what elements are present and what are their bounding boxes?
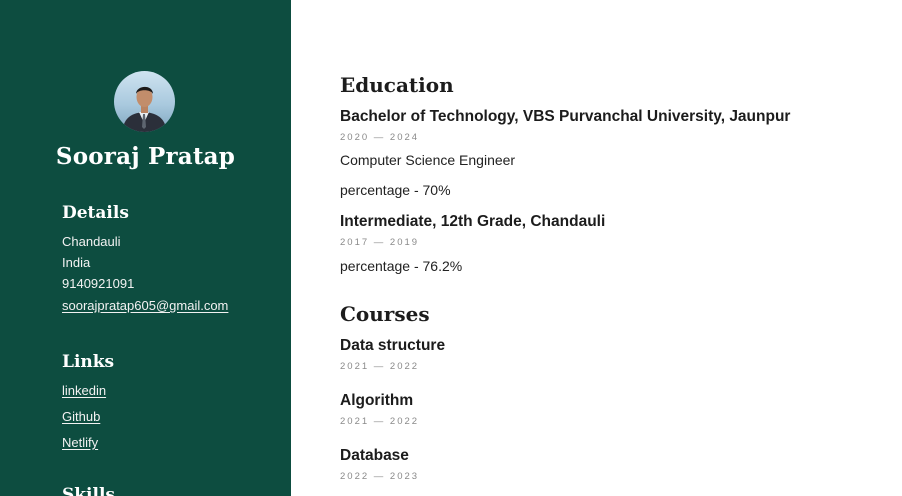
details-country: India	[62, 255, 91, 270]
education-item-percentage: percentage - 76.2%	[340, 258, 463, 274]
sidebar: Sooraj Pratap Details Chandauli India 91…	[0, 0, 291, 496]
education-heading: Education	[340, 73, 454, 97]
details-city: Chandauli	[62, 234, 121, 249]
details-email-link[interactable]: soorajpratap605@gmail.com	[62, 298, 228, 313]
profile-name: Sooraj Pratap	[55, 143, 236, 170]
course-item-title: Algorithm	[340, 392, 414, 409]
details-heading: Details	[62, 203, 129, 223]
link-github[interactable]: Github	[62, 409, 100, 424]
person-photo-icon	[122, 86, 167, 132]
link-netlify[interactable]: Netlify	[62, 435, 98, 450]
education-item-dates: 2017 — 2019	[340, 237, 420, 248]
skills-heading: Skills	[62, 485, 116, 496]
courses-heading: Courses	[340, 302, 430, 326]
avatar	[114, 71, 175, 132]
education-item-title: Intermediate, 12th Grade, Chandauli	[340, 213, 606, 230]
course-item-dates: 2021 — 2022	[340, 416, 420, 427]
education-item-title: Bachelor of Technology, VBS Purvanchal U…	[340, 108, 791, 125]
education-item-dates: 2020 — 2024	[340, 132, 420, 143]
course-item-dates: 2022 — 2023	[340, 471, 420, 482]
education-item-percentage: percentage - 70%	[340, 182, 451, 198]
link-linkedin[interactable]: linkedin	[62, 383, 106, 398]
course-item-title: Data structure	[340, 337, 446, 354]
course-item-dates: 2021 — 2022	[340, 361, 420, 372]
education-item-description: Computer Science Engineer	[340, 152, 516, 168]
details-phone: 9140921091	[62, 276, 135, 291]
course-item-title: Database	[340, 447, 409, 464]
links-heading: Links	[62, 352, 115, 372]
